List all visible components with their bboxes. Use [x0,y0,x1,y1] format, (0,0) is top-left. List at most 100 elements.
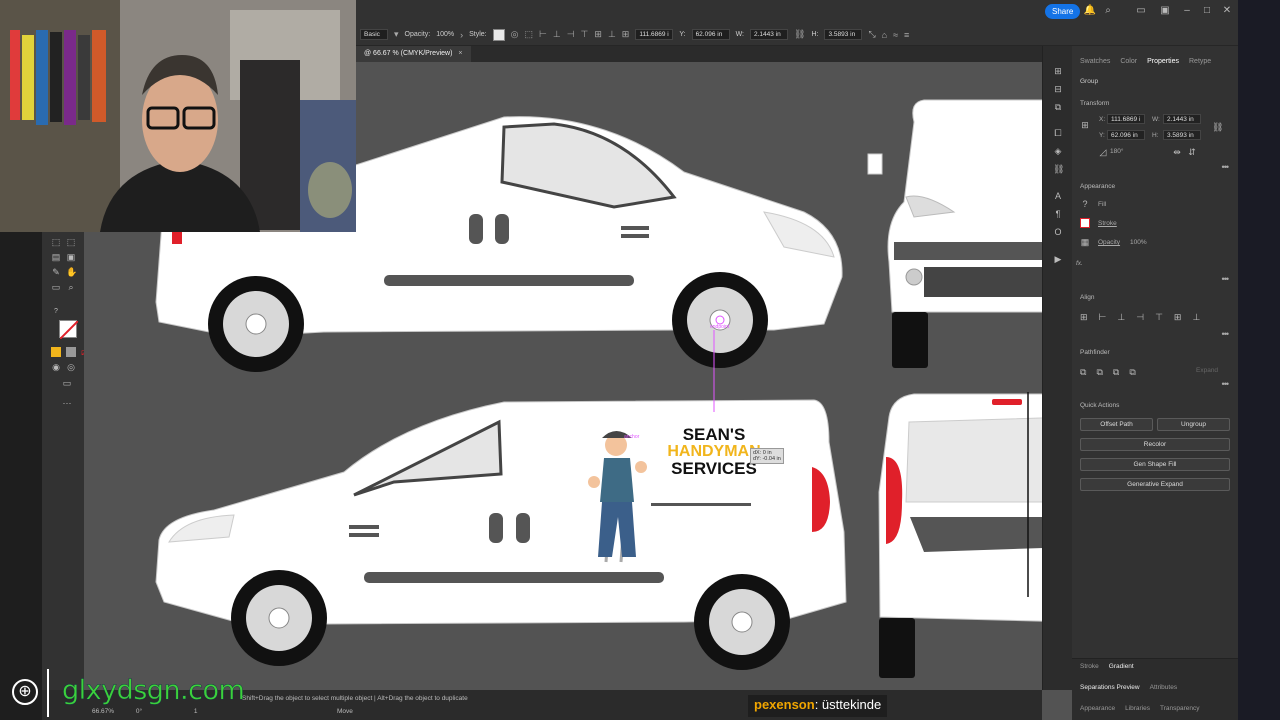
align-right-icon[interactable]: ⊣ [1136,312,1144,323]
gradient-mode-icon[interactable] [66,347,76,357]
zoom-tool-icon[interactable]: ⌕ [66,282,76,292]
exclude-icon[interactable]: ⧉ [1129,367,1135,378]
recolor-button[interactable]: Recolor [1080,438,1230,451]
tab-gradient[interactable]: Gradient [1109,663,1134,670]
recolor-icon[interactable]: ◎ [511,29,519,40]
align-vcenter-icon[interactable]: ⊞ [1174,312,1182,323]
align-to-icon[interactable]: ⊞ [1080,312,1088,323]
generative-expand-button[interactable]: Generative Expand [1080,478,1230,491]
transform-y-field[interactable]: 62.096 in [1107,130,1145,140]
constrain-proportions-icon[interactable]: ⛓ [1212,122,1223,132]
reference-point-icon[interactable]: ⊞ [622,29,630,40]
tab-separations-preview[interactable]: Separations Preview [1080,684,1140,691]
links-panel-icon[interactable]: ⛓ [1053,164,1064,174]
close-icon[interactable]: ✕ [1220,4,1234,18]
align-top-icon[interactable]: ⊤ [1155,312,1163,323]
artboard-tool-icon[interactable]: ▣ [66,252,76,262]
graphic-style-swatch[interactable] [492,28,505,41]
align-bottom-icon[interactable]: ⊥ [1192,312,1200,323]
stroke-swatch-icon[interactable] [1080,218,1090,228]
tab-retype[interactable]: Retype [1189,58,1211,65]
tab-libraries[interactable]: Libraries [1125,705,1150,712]
align-hcenter-icon[interactable]: ⊥ [1117,312,1125,323]
x-field[interactable]: 111.6869 i [635,29,674,40]
search-icon[interactable]: ⌕ [1101,4,1115,18]
selection-tool-icon[interactable]: ⬚ [51,237,61,247]
isolate-icon[interactable]: ⤡ [868,29,875,40]
align-bottom-icon[interactable]: ⊥ [608,29,616,40]
maximize-icon[interactable]: □ [1200,4,1214,18]
paragraph-panel-icon[interactable]: ¶ [1053,209,1063,219]
envelope-icon[interactable]: ⌂ [882,30,887,40]
tab-attributes[interactable]: Attributes [1150,684,1177,691]
draw-behind-icon[interactable]: ◎ [66,362,76,372]
align-right-icon[interactable]: ⊣ [567,29,575,40]
align-left-icon[interactable]: ⊢ [1099,312,1107,323]
layers-panel-icon[interactable]: ◈ [1053,146,1063,156]
chart-tool-icon[interactable]: ▤ [51,252,61,262]
library-panel-icon[interactable]: ⧠ [1053,128,1063,138]
opacity-value[interactable]: 100% [436,31,454,38]
tab-stroke[interactable]: Stroke [1080,663,1099,670]
minus-front-icon[interactable]: ⧉ [1096,367,1102,378]
opentype-panel-icon[interactable]: O [1053,227,1063,237]
share-button[interactable]: Share [1045,4,1081,19]
offset-path-button[interactable]: Offset Path [1080,418,1153,431]
workspace-icon[interactable]: ▭ [1134,4,1148,18]
reference-point-icon[interactable]: ⊞ [1080,120,1090,130]
transform-w-field[interactable]: 2.1443 in [1163,114,1201,124]
gen-shape-fill-button[interactable]: Gen Shape Fill [1080,458,1230,471]
eyedropper-tool-icon[interactable]: ✎ [51,267,61,277]
artboard-icon[interactable]: ▭ [51,282,61,292]
document-tab[interactable]: @ 66.67 % (CMYK/Preview) × [356,46,471,62]
pathfinder-more-icon[interactable]: ••• [1222,379,1230,389]
ungroup-button[interactable]: Ungroup [1157,418,1230,431]
character-panel-icon[interactable]: A [1053,191,1063,201]
chevron-right-icon[interactable]: › [460,30,463,40]
draw-mode-icon[interactable]: ◉ [51,362,61,372]
transform-more-icon[interactable]: ••• [1222,162,1230,172]
screen-mode-icon[interactable]: ▭ [62,378,72,388]
y-field[interactable]: 62.096 in [691,29,730,40]
color-mode-icon[interactable] [51,347,61,357]
tab-swatches[interactable]: Swatches [1080,58,1110,65]
flip-horizontal-icon[interactable]: ⇹ [1172,147,1182,157]
close-tab-icon[interactable]: × [458,46,462,62]
artboards-panel-icon[interactable]: ⊞ [1053,66,1063,76]
pathfinder-panel-icon[interactable]: ⧉ [1053,102,1063,112]
appearance-more-icon[interactable]: ••• [1222,274,1230,284]
swap-colors-icon[interactable]: ? [51,307,61,317]
align-top-icon[interactable]: ⊤ [581,29,589,40]
align-panel-icon[interactable]: ⊟ [1053,84,1063,94]
stroke-label[interactable]: Stroke [1098,220,1117,227]
intersect-icon[interactable]: ⧉ [1113,367,1119,378]
tab-properties[interactable]: Properties [1147,58,1179,65]
rotate-value[interactable]: 180° [1110,148,1123,155]
fill-swatch-icon[interactable]: ? [1080,199,1090,209]
w-field[interactable]: 2.1443 in [750,29,788,40]
warp-icon[interactable]: ≈ [893,30,898,40]
hand-tool-icon[interactable]: ✋ [66,267,77,277]
more-tools-icon[interactable]: ··· [62,398,72,408]
align-more-icon[interactable]: ••• [1222,329,1230,339]
actions-panel-icon[interactable]: ▶ [1053,254,1063,264]
align-middle-icon[interactable]: ⊞ [594,29,602,40]
opacity-label[interactable]: Opacity [1098,239,1120,246]
link-icon[interactable]: ⛓ [794,29,805,40]
stroke-style-select[interactable]: Basic [360,29,388,40]
chevron-down-icon[interactable]: ▾ [394,29,399,40]
opacity-value[interactable]: 100% [1130,239,1147,246]
fx-icon[interactable]: fx. [1076,260,1083,267]
bell-icon[interactable]: 🔔 [1083,4,1097,18]
h-field[interactable]: 3.5893 in [824,29,863,40]
tab-transparency[interactable]: Transparency [1160,705,1200,712]
transform-icon[interactable]: ⬚ [525,29,534,40]
unite-icon[interactable]: ⧉ [1080,367,1086,378]
expand-button[interactable]: Expand [1196,367,1218,374]
menu-icon[interactable]: ≡ [904,30,909,40]
arrange-icon[interactable]: ▣ [1158,4,1172,18]
transform-h-field[interactable]: 3.5893 in [1163,130,1201,140]
direct-selection-tool-icon[interactable]: ⬚ [66,237,76,247]
flip-vertical-icon[interactable]: ⇵ [1187,147,1197,157]
align-center-icon[interactable]: ⊥ [553,29,561,40]
